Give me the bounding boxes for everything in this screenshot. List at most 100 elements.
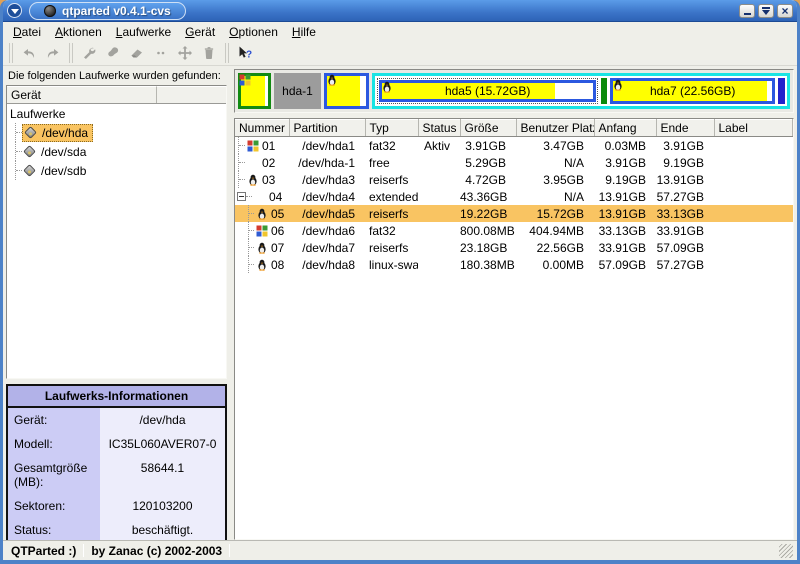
format-button[interactable]	[101, 42, 125, 64]
info-label-modell: Modell:	[8, 432, 100, 456]
statusbar-credit-label: by Zanac (c) 2002-2003	[87, 544, 226, 558]
tree-line	[249, 230, 254, 231]
left-panel: Die folgenden Laufwerke wurden gefunden:…	[3, 66, 230, 540]
window-menu-button[interactable]	[7, 3, 22, 18]
device-tree-header[interactable]: Gerät	[7, 86, 226, 104]
properties-button[interactable]	[77, 42, 101, 64]
info-label-gesamtgroesse: Gesamtgröße (MB):	[8, 456, 100, 494]
partition-block-hda7[interactable]: hda7 (22.56GB)	[610, 78, 775, 104]
tree-item-label: /dev/sda	[41, 145, 86, 159]
device-column-header[interactable]: Gerät	[7, 86, 157, 103]
tree-item-dev-hda[interactable]: /dev/hda	[7, 123, 226, 142]
tree-line	[249, 264, 254, 265]
toolbar-handle[interactable]	[9, 43, 13, 63]
icon-slot-empty	[253, 190, 266, 203]
windows-logo-icon	[239, 74, 251, 86]
table-row-hda7[interactable]: 07 /dev/hda7 reiserfs 23.18GB 22.56GB 33…	[235, 239, 793, 256]
tree-item-label: /dev/sdb	[41, 164, 86, 178]
wrench-icon	[81, 45, 97, 61]
penguin-icon	[612, 79, 624, 91]
info-value-geraet: /dev/hda	[100, 408, 225, 432]
col-ende[interactable]: Ende	[656, 120, 714, 137]
collapse-expander-icon[interactable]	[237, 192, 246, 201]
close-button[interactable]: ×	[777, 4, 793, 18]
penguin-icon	[255, 241, 268, 254]
resize-grip[interactable]	[779, 544, 793, 558]
row-number: 03	[262, 173, 275, 187]
info-value-status: beschäftigt.	[100, 518, 225, 540]
table-row-hda4[interactable]: 04 /dev/hda4 extended 43.36GB N/A 13.91G…	[235, 188, 793, 205]
menu-aktionen[interactable]: Aktionen	[48, 24, 109, 40]
maximize-button[interactable]	[758, 4, 774, 18]
table-row-free[interactable]: 02 /dev/hda-1 free 5.29GB N/A 3.91GB 9.1…	[235, 154, 793, 171]
toolbar-handle[interactable]	[69, 43, 73, 63]
tree-root-laufwerke[interactable]: Laufwerke	[7, 104, 226, 123]
empty-column-header	[157, 86, 226, 103]
move-icon	[177, 45, 193, 61]
whats-this-button[interactable]: ?	[233, 42, 257, 64]
toolbar-handle[interactable]	[225, 43, 229, 63]
tree-item-dev-sda[interactable]: /dev/sda	[7, 142, 226, 161]
statusbar-app-label: QTParted :)	[7, 544, 80, 558]
main-area: Die folgenden Laufwerke wurden gefunden:…	[3, 66, 797, 540]
menu-geraet[interactable]: Gerät	[178, 24, 222, 40]
move-resize-button[interactable]	[173, 42, 197, 64]
delete-button[interactable]	[197, 42, 221, 64]
table-row-hda5[interactable]: 05 /dev/hda5 reiserfs 19.22GB 15.72GB 13…	[235, 205, 793, 222]
col-label[interactable]: Label	[714, 120, 793, 137]
free-block-label: hda-1	[282, 84, 313, 98]
tree-line	[239, 179, 245, 180]
penguin-icon	[246, 173, 259, 186]
partition-table[interactable]: Nummer Partition Typ Status Größe Benutz…	[234, 118, 794, 540]
hdd-icon	[23, 145, 38, 159]
window-controls: ×	[739, 4, 793, 18]
tree-item-label: /dev/hda	[42, 126, 88, 140]
menu-hilfe[interactable]: Hilfe	[285, 24, 323, 40]
erase-button[interactable]	[125, 42, 149, 64]
partition-block-hda6[interactable]	[601, 78, 607, 104]
partition-bar: hda-1	[234, 69, 794, 113]
col-partition[interactable]: Partition	[289, 120, 365, 137]
col-typ[interactable]: Typ	[365, 120, 418, 137]
table-row-hda8[interactable]: 08 /dev/hda8 linux-swap 180.38MB 0.00MB …	[235, 256, 793, 273]
menu-laufwerke[interactable]: Laufwerke	[109, 24, 178, 40]
partition-block-hda3[interactable]	[324, 73, 369, 109]
redo-icon	[45, 45, 61, 61]
titlebar[interactable]: qtparted v0.4.1-cvs ×	[3, 0, 797, 22]
chevron-down-icon	[11, 9, 19, 14]
tree-line	[16, 151, 22, 152]
minimize-button[interactable]	[739, 4, 755, 18]
ellipsis-icon	[153, 45, 169, 61]
windows-logo-icon	[246, 139, 259, 152]
col-benutzer-platz[interactable]: Benutzer Platz	[516, 120, 594, 137]
col-anfang[interactable]: Anfang	[594, 120, 656, 137]
info-value-gesamtgroesse: 58644.1	[100, 456, 225, 494]
col-nummer[interactable]: Nummer	[235, 120, 289, 137]
row-number: 07	[271, 241, 284, 255]
partition-block-hda5[interactable]: hda5 (15.72GB)	[379, 80, 596, 102]
more-button[interactable]	[149, 42, 173, 64]
partition-label: hda5 (15.72GB)	[445, 84, 530, 98]
partition-label: hda7 (22.56GB)	[650, 84, 735, 98]
title-capsule: qtparted v0.4.1-cvs	[29, 2, 186, 20]
partition-block-hda8[interactable]	[778, 78, 785, 104]
col-status[interactable]: Status	[418, 120, 460, 137]
device-tree[interactable]: Gerät Laufwerke /dev/hda /dev/sda	[6, 85, 227, 379]
partition-block-hda1[interactable]	[238, 73, 271, 109]
menu-datei[interactable]: Datei	[6, 24, 48, 40]
undo-icon	[21, 45, 37, 61]
table-row-hda6[interactable]: 06 /dev/hda6 fat32 800.08MB 404.94MB 33.…	[235, 222, 793, 239]
eraser-icon	[129, 45, 145, 61]
menu-optionen[interactable]: Optionen	[222, 24, 285, 40]
extended-partition-outline: hda5 (15.72GB) hda7 (22.56GB)	[372, 73, 790, 109]
table-row-hda3[interactable]: 03 /dev/hda3 reiserfs 4.72GB 3.95GB 9.19…	[235, 171, 793, 188]
tree-item-dev-sdb[interactable]: /dev/sdb	[7, 161, 226, 180]
redo-button[interactable]	[41, 42, 65, 64]
undo-button[interactable]	[17, 42, 41, 64]
col-groesse[interactable]: Größe	[460, 120, 516, 137]
penguin-icon	[326, 74, 338, 86]
partition-block-free[interactable]: hda-1	[274, 73, 321, 109]
partition-selection-outline: hda5 (15.72GB)	[377, 78, 598, 104]
info-label-geraet: Gerät:	[8, 408, 100, 432]
table-row-hda1[interactable]: 01 /dev/hda1 fat32 Aktiv 3.91GB 3.47GB 0…	[235, 137, 793, 155]
